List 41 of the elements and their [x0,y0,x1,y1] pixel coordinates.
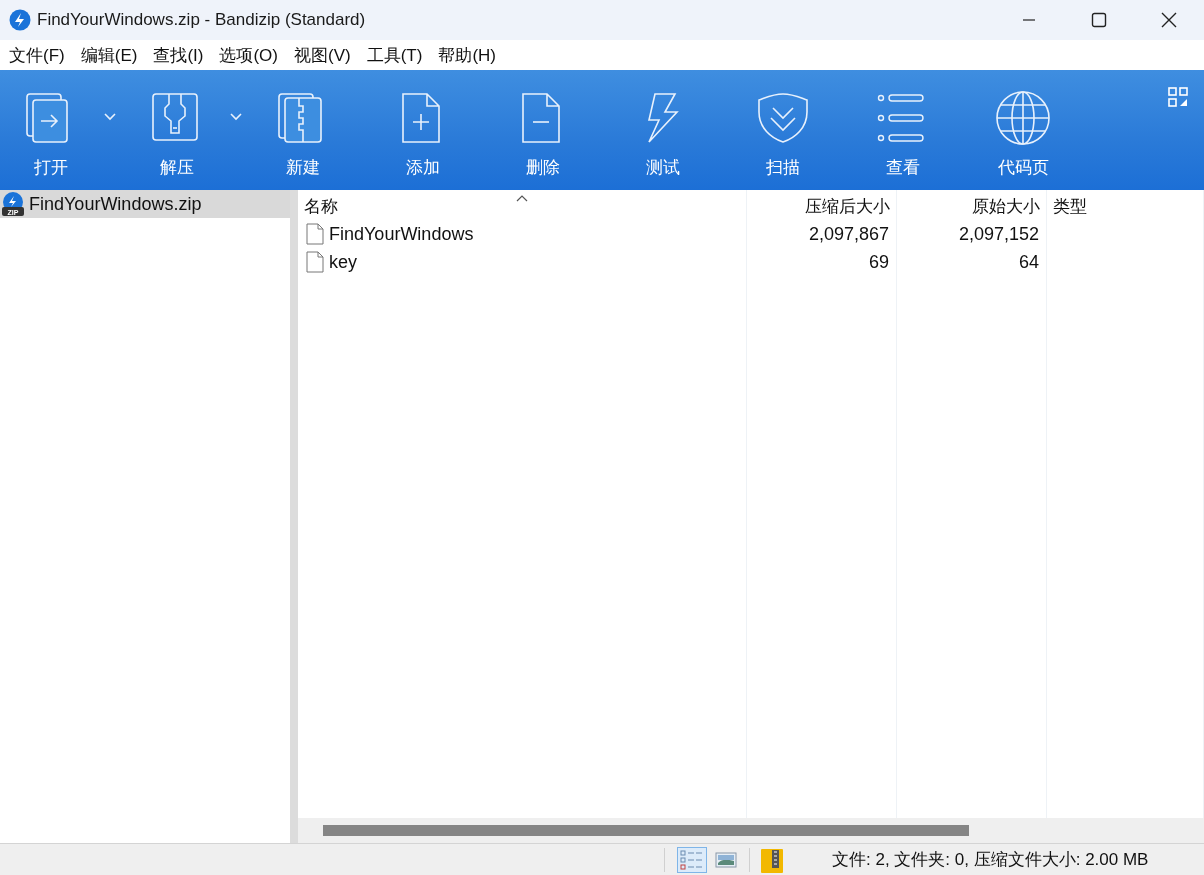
toolbar-button[interactable]: 测试 [603,70,723,190]
menu-item[interactable]: 文件(F) [1,43,73,67]
globe-icon [995,90,1051,146]
app-logo-icon [9,9,31,31]
file-name: key [329,251,357,274]
toolbar-button[interactable]: 添加 [363,70,483,190]
view-toggle-button[interactable] [677,846,707,873]
file-name: FindYourWindows [329,223,474,246]
toolbar-button[interactable]: 打开 [0,70,111,190]
toolbar-button[interactable]: 查看 [843,70,963,190]
close-icon [1161,12,1177,28]
file-icon [306,223,324,245]
zip-folder-icon[interactable] [760,846,784,873]
toolbar-button[interactable]: 删除 [483,70,603,190]
status-text: 文件: 2, 文件夹: 0, 压缩文件大小: 2.00 MB [832,849,1149,871]
table-cell-text: 64 [1017,251,1040,274]
menu-item[interactable]: 帮助(H) [430,43,504,67]
column-header[interactable]: 压缩后大小 [747,190,896,220]
column-header[interactable]: 原始大小 [897,190,1046,220]
toolbar-button[interactable]: 新建 [243,70,363,190]
toolbar-button[interactable]: 代码页 [963,70,1083,190]
toolbar-button[interactable]: 解压 [117,70,237,190]
menu-item[interactable]: 视图(V) [286,43,359,67]
layout-grid-icon[interactable] [1168,87,1188,107]
column-header[interactable]: 名称 [298,190,746,220]
maximize-icon [1091,12,1107,28]
shield-chevron-icon [755,90,811,146]
column-header[interactable]: 类型 [1047,190,1203,220]
file-icon [306,251,324,273]
thumbnail-view-icon [715,850,737,869]
toolbar-button[interactable]: 扫描 [723,70,843,190]
menu-item[interactable]: 选项(O) [211,43,286,67]
menu-item[interactable]: 编辑(E) [72,43,146,67]
window-title: FindYourWindows.zip - Bandizip (Standard) [37,10,367,30]
table-cell-text: 2,097,867 [807,223,890,246]
menu-item[interactable]: 工具(T) [358,43,431,67]
scrollbar-thumb[interactable] [323,825,969,836]
menu-item[interactable]: 查找(I) [145,43,212,67]
table-cell-text: 69 [867,251,890,274]
details-view-icon [680,849,704,870]
table-cell-text: 2,097,152 [957,223,1040,246]
